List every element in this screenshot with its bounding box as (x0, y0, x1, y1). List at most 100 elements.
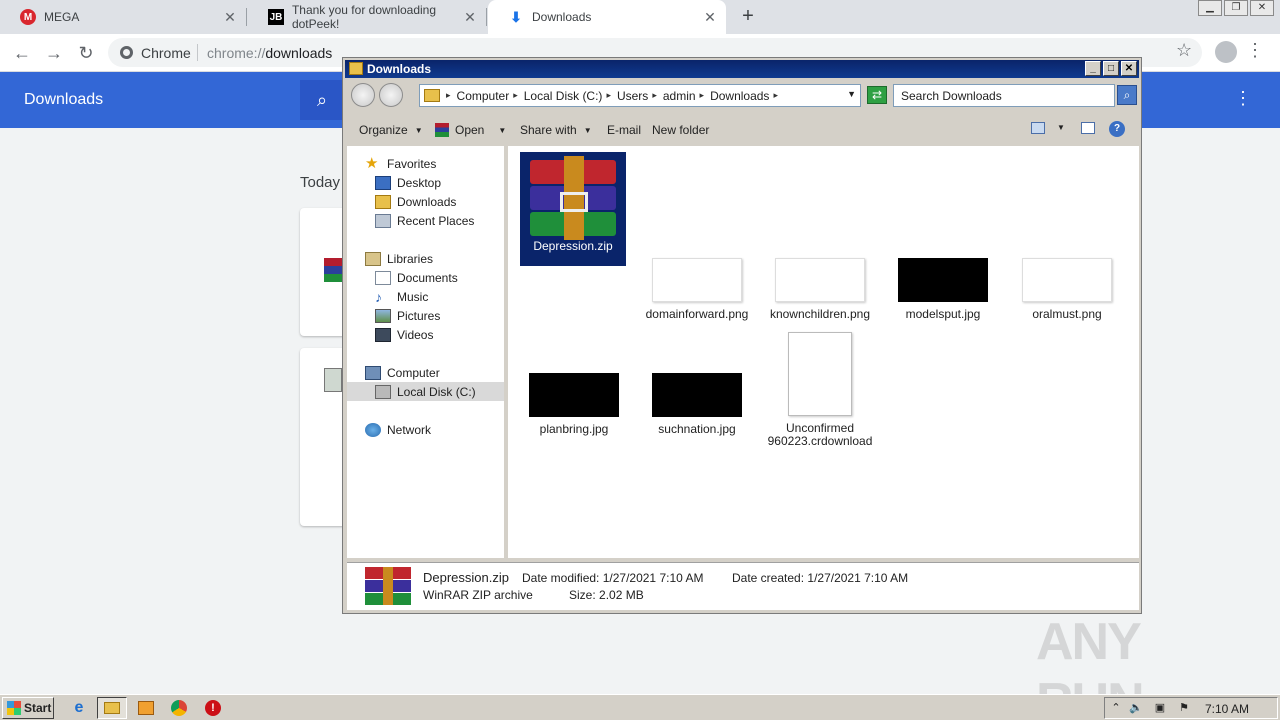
chevron-down-icon: ▼ (583, 125, 592, 135)
breadcrumb-item[interactable]: admin (652, 89, 696, 103)
taskbar-media-player[interactable] (131, 697, 161, 719)
forward-button[interactable] (379, 83, 403, 107)
minimize-button[interactable]: ▁ (1198, 0, 1222, 16)
breadcrumb-item[interactable]: Users (606, 89, 648, 103)
help-icon[interactable]: ? (1109, 121, 1125, 137)
profile-avatar-icon[interactable] (1215, 41, 1237, 63)
open-menu[interactable]: Open ▼ (435, 123, 506, 137)
tab-downloads[interactable]: ⬇ Downloads ✕ (488, 0, 726, 34)
pictures-icon (375, 308, 391, 323)
download-icon: ⬇ (510, 8, 522, 25)
image-thumbnail (529, 373, 619, 417)
taskbar-explorer[interactable] (97, 697, 127, 719)
winrar-archive-icon (530, 152, 616, 240)
history-dropdown-icon[interactable]: ▼ (847, 89, 856, 99)
network-icon[interactable]: ▣ (1153, 701, 1167, 715)
forward-arrow-icon[interactable]: → (42, 42, 66, 66)
taskbar-chrome[interactable] (164, 697, 194, 719)
search-icon[interactable]: ⌕ (300, 80, 344, 120)
organize-menu[interactable]: Organize ▼ (359, 123, 423, 137)
reload-icon[interactable]: ↻ (74, 42, 98, 66)
file-item[interactable]: Unconfirmed 960223.crdownload (767, 332, 873, 448)
search-input[interactable]: Search Downloads (893, 84, 1115, 107)
breadcrumb-item[interactable]: Computer (446, 89, 510, 103)
file-item[interactable]: modelsput.jpg (890, 258, 996, 321)
tab-mega[interactable]: M MEGA ✕ (0, 0, 247, 34)
nav-downloads[interactable]: Downloads (347, 192, 504, 211)
minimize-button[interactable]: _ (1085, 61, 1101, 76)
back-arrow-icon[interactable]: ← (10, 42, 34, 66)
url-host: downloads (265, 45, 333, 61)
start-button[interactable]: Start (2, 697, 54, 719)
file-item[interactable]: Depression.zip (520, 152, 626, 266)
new-folder-button[interactable]: New folder (652, 123, 709, 137)
more-options-icon[interactable]: ⋮ (1234, 88, 1252, 109)
action-center-flag-icon[interactable]: ⚑ (1177, 701, 1191, 715)
preview-pane-icon[interactable] (1081, 122, 1095, 134)
details-label: Size: (569, 588, 596, 602)
download-card[interactable] (300, 208, 348, 336)
download-card[interactable] (300, 348, 348, 526)
chevron-down-icon: ▼ (1057, 123, 1065, 132)
nav-favorites[interactable]: ★ Favorites (347, 154, 504, 173)
email-button[interactable]: E-mail (607, 123, 641, 137)
maximize-button[interactable]: □ (1103, 61, 1119, 76)
tab-dotpeek[interactable]: JB Thank you for downloading dotPeek! ✕ (248, 0, 487, 34)
nav-network[interactable]: Network (347, 420, 504, 439)
view-dropdown[interactable]: ▼ (1057, 123, 1065, 132)
music-icon: ♪ (375, 288, 382, 305)
explorer-titlebar[interactable]: Downloads _ □ ✕ (345, 60, 1139, 78)
nav-computer[interactable]: Computer (347, 363, 504, 382)
videos-icon (375, 327, 391, 342)
nav-label: Music (397, 289, 429, 304)
breadcrumb-end[interactable] (773, 90, 784, 101)
volume-icon[interactable]: 🔈 (1129, 701, 1143, 715)
restore-button[interactable]: ❐ (1224, 0, 1248, 16)
file-name: oralmust.png (1032, 307, 1102, 321)
url-scheme: chrome:// (207, 45, 266, 61)
share-with-menu[interactable]: Share with ▼ (520, 123, 592, 137)
close-window-button[interactable]: ✕ (1250, 0, 1274, 16)
refresh-icon[interactable]: ⇄ (867, 86, 887, 104)
breadcrumb-item[interactable]: Local Disk (C:) (513, 89, 603, 103)
nav-pictures[interactable]: Pictures (347, 306, 504, 325)
back-button[interactable] (351, 83, 375, 107)
libraries-icon (365, 251, 381, 266)
nav-libraries[interactable]: Libraries (347, 249, 504, 268)
file-item[interactable]: planbring.jpg (521, 373, 627, 436)
nav-desktop[interactable]: Desktop (347, 173, 504, 192)
close-button[interactable]: ✕ (1121, 61, 1137, 76)
close-tab-icon[interactable]: ✕ (702, 9, 718, 25)
show-hidden-icons-icon[interactable]: ⌃ (1109, 701, 1123, 715)
file-item[interactable]: suchnation.jpg (644, 373, 750, 436)
nav-videos[interactable]: Videos (347, 325, 504, 344)
close-tab-icon[interactable]: ✕ (462, 9, 478, 25)
taskbar-ie[interactable]: e (64, 697, 94, 719)
downloads-folder-icon (375, 194, 391, 209)
file-item[interactable]: oralmust.png (1014, 258, 1120, 321)
chevron-down-icon: ▼ (414, 125, 423, 135)
nav-documents[interactable]: Documents (347, 268, 504, 287)
nav-recent-places[interactable]: Recent Places (347, 211, 504, 230)
search-icon[interactable]: ⌕ (1117, 85, 1137, 105)
clock[interactable]: 7:10 AM (1205, 702, 1249, 716)
breadcrumb-item[interactable]: Downloads (700, 89, 769, 103)
new-tab-button[interactable]: + (736, 4, 760, 28)
file-icon (324, 368, 342, 392)
nav-music[interactable]: ♪ Music (347, 287, 504, 306)
details-file-name: Depression.zip (423, 570, 509, 585)
nav-local-disk[interactable]: Local Disk (C:) (347, 382, 504, 401)
file-item[interactable]: domainforward.png (644, 258, 750, 321)
bookmark-star-icon[interactable]: ☆ (1176, 40, 1192, 61)
taskbar-opera[interactable]: ! (198, 697, 228, 719)
file-item[interactable]: knownchildren.png (767, 258, 873, 321)
change-view-icon[interactable] (1031, 122, 1045, 134)
close-tab-icon[interactable]: ✕ (222, 9, 238, 25)
nav-label: Local Disk (C:) (397, 384, 476, 399)
chrome-menu-icon[interactable]: ⋮ (1246, 40, 1264, 61)
date-section-heading: Today (300, 174, 341, 191)
rar-belt (383, 567, 393, 605)
breadcrumb[interactable]: Computer Local Disk (C:) Users admin Dow… (419, 84, 861, 107)
stop-icon: ! (205, 700, 221, 716)
address-row: Computer Local Disk (C:) Users admin Dow… (345, 80, 1139, 112)
